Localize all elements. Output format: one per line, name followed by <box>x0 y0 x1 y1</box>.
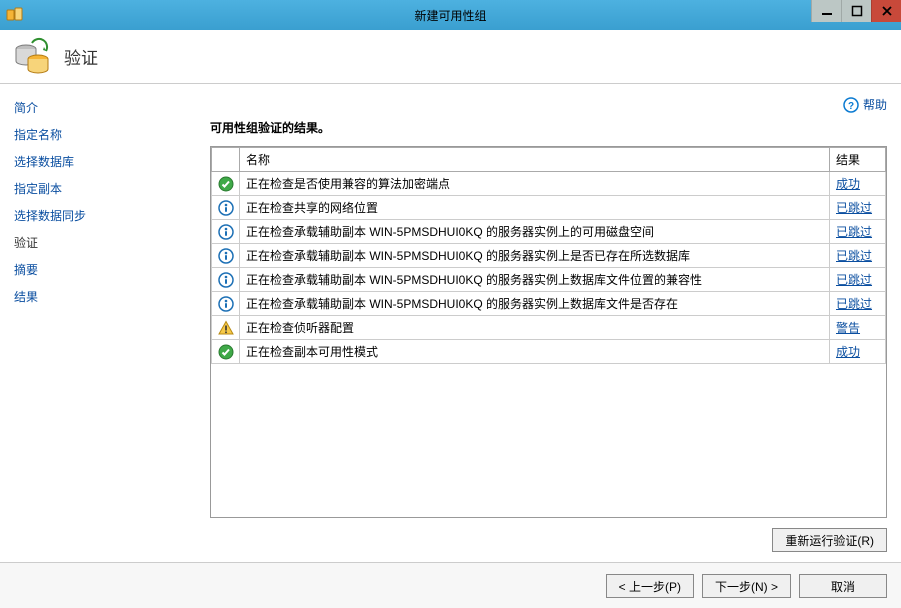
sidebar-item-0[interactable]: 简介 <box>0 94 196 121</box>
table-row: 正在检查承载辅助副本 WIN-5PMSDHUI0KQ 的服务器实例上数据库文件是… <box>212 292 886 316</box>
sidebar-item-7[interactable]: 结果 <box>0 283 196 310</box>
cancel-button[interactable]: 取消 <box>799 574 887 598</box>
row-result: 已跳过 <box>830 196 886 220</box>
info-icon <box>212 292 240 316</box>
result-link[interactable]: 已跳过 <box>836 273 872 287</box>
page-header: 验证 <box>0 30 901 84</box>
body: 简介指定名称选择数据库指定副本选择数据同步验证摘要结果 ? 帮助 可用性组验证的… <box>0 84 901 562</box>
result-link[interactable]: 已跳过 <box>836 297 872 311</box>
info-icon <box>212 196 240 220</box>
table-row: 正在检查承载辅助副本 WIN-5PMSDHUI0KQ 的服务器实例上数据库文件位… <box>212 268 886 292</box>
svg-text:?: ? <box>848 101 854 112</box>
result-link[interactable]: 已跳过 <box>836 249 872 263</box>
help-label: 帮助 <box>863 96 887 113</box>
success-icon <box>212 340 240 364</box>
row-result: 已跳过 <box>830 244 886 268</box>
rerun-button[interactable]: 重新运行验证(R) <box>772 528 887 552</box>
row-name: 正在检查承载辅助副本 WIN-5PMSDHUI0KQ 的服务器实例上数据库文件位… <box>240 268 830 292</box>
row-name: 正在检查承载辅助副本 WIN-5PMSDHUI0KQ 的服务器实例上的可用磁盘空… <box>240 220 830 244</box>
col-name: 名称 <box>240 148 830 172</box>
table-row: 正在检查承载辅助副本 WIN-5PMSDHUI0KQ 的服务器实例上是否已存在所… <box>212 244 886 268</box>
row-name: 正在检查是否使用兼容的算法加密端点 <box>240 172 830 196</box>
row-name: 正在检查承载辅助副本 WIN-5PMSDHUI0KQ 的服务器实例上是否已存在所… <box>240 244 830 268</box>
sidebar-item-5[interactable]: 验证 <box>0 229 196 256</box>
help-link[interactable]: ? 帮助 <box>843 96 887 113</box>
window-title: 新建可用性组 <box>414 7 486 24</box>
success-icon <box>212 172 240 196</box>
close-button[interactable] <box>871 0 901 22</box>
table-row: 正在检查副本可用性模式成功 <box>212 340 886 364</box>
row-name: 正在检查副本可用性模式 <box>240 340 830 364</box>
sidebar-item-2[interactable]: 选择数据库 <box>0 148 196 175</box>
sidebar-item-6[interactable]: 摘要 <box>0 256 196 283</box>
window-controls <box>811 0 901 22</box>
row-result: 成功 <box>830 172 886 196</box>
minimize-button[interactable] <box>811 0 841 22</box>
row-name: 正在检查承载辅助副本 WIN-5PMSDHUI0KQ 的服务器实例上数据库文件是… <box>240 292 830 316</box>
sidebar-item-1[interactable]: 指定名称 <box>0 121 196 148</box>
row-result: 成功 <box>830 340 886 364</box>
sidebar-item-4[interactable]: 选择数据同步 <box>0 202 196 229</box>
result-link[interactable]: 已跳过 <box>836 201 872 215</box>
info-icon <box>212 268 240 292</box>
section-title: 可用性组验证的结果。 <box>210 119 887 136</box>
table-row: 正在检查是否使用兼容的算法加密端点成功 <box>212 172 886 196</box>
result-link[interactable]: 成功 <box>836 345 860 359</box>
col-icon <box>212 148 240 172</box>
info-icon <box>212 220 240 244</box>
row-name: 正在检查共享的网络位置 <box>240 196 830 220</box>
database-icon <box>12 37 52 77</box>
warning-icon <box>212 316 240 340</box>
footer: < 上一步(P) 下一步(N) > 取消 <box>0 562 901 608</box>
sidebar: 简介指定名称选择数据库指定副本选择数据同步验证摘要结果 <box>0 84 196 562</box>
table-row: 正在检查承载辅助副本 WIN-5PMSDHUI0KQ 的服务器实例上的可用磁盘空… <box>212 220 886 244</box>
info-icon <box>212 244 240 268</box>
page-title: 验证 <box>64 44 98 69</box>
col-result: 结果 <box>830 148 886 172</box>
sidebar-item-3[interactable]: 指定副本 <box>0 175 196 202</box>
validation-table: 名称 结果 正在检查是否使用兼容的算法加密端点成功正在检查共享的网络位置已跳过正… <box>210 146 887 518</box>
prev-button[interactable]: < 上一步(P) <box>606 574 694 598</box>
result-link[interactable]: 已跳过 <box>836 225 872 239</box>
table-row: 正在检查侦听器配置警告 <box>212 316 886 340</box>
result-link[interactable]: 警告 <box>836 321 860 335</box>
next-button[interactable]: 下一步(N) > <box>702 574 791 598</box>
row-name: 正在检查侦听器配置 <box>240 316 830 340</box>
maximize-button[interactable] <box>841 0 871 22</box>
main: ? 帮助 可用性组验证的结果。 名称 结果 正在检查是否使用兼容的算法加密端点成… <box>196 84 901 562</box>
row-result: 已跳过 <box>830 292 886 316</box>
row-result: 已跳过 <box>830 268 886 292</box>
app-icon <box>6 6 24 24</box>
titlebar: 新建可用性组 <box>0 0 901 30</box>
table-row: 正在检查共享的网络位置已跳过 <box>212 196 886 220</box>
row-result: 警告 <box>830 316 886 340</box>
help-icon: ? <box>843 97 859 113</box>
result-link[interactable]: 成功 <box>836 177 860 191</box>
row-result: 已跳过 <box>830 220 886 244</box>
